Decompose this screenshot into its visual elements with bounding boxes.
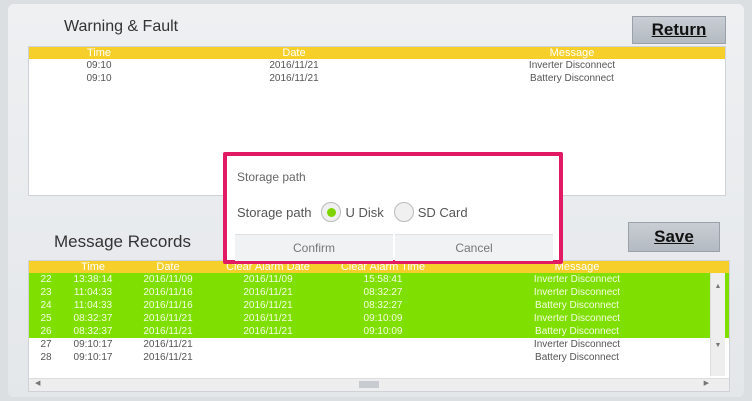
sdcard-radio[interactable] <box>393 202 414 222</box>
cell-no: 22 <box>40 274 52 285</box>
cell-clear-time <box>323 351 443 364</box>
cell-message: Inverter Disconnect <box>533 287 621 298</box>
cell-date: 2016/11/21 <box>143 313 193 324</box>
cell-message: Battery Disconnect <box>530 73 614 84</box>
save-button[interactable]: Save <box>628 222 720 252</box>
cell-time: 08:32:37 <box>73 326 113 337</box>
table-row[interactable]: 22 13:38:14 2016/11/09 2016/11/09 15:58:41 In… <box>29 273 729 286</box>
confirm-button[interactable]: Confirm <box>235 234 393 261</box>
cell-time: 13:38:14 <box>73 274 113 285</box>
table-row[interactable]: 09:10 2016/11/21 Battery Disconnect <box>29 72 725 85</box>
cell-date: 2016/11/09 <box>143 274 193 285</box>
table-row[interactable]: 26 08:32:37 2016/11/21 2016/11/21 09:10:09 Ba… <box>29 325 729 338</box>
cancel-button[interactable]: Cancel <box>395 234 553 261</box>
cell-no: 25 <box>40 313 52 324</box>
cell-no: 23 <box>40 287 52 298</box>
table-row[interactable]: 09:10 2016/11/21 Inverter Disconnect <box>29 59 725 72</box>
cell-message: Inverter Disconnect <box>533 313 621 324</box>
table-row[interactable]: 25 08:32:37 2016/11/21 2016/11/21 09:10:09 In… <box>29 312 729 325</box>
storage-path-label: Storage path <box>237 204 312 220</box>
col-time: Time <box>86 47 112 59</box>
col-date: Date <box>282 47 306 59</box>
cell-no: 28 <box>40 352 52 363</box>
cell-time: 09:10:17 <box>73 352 113 363</box>
cell-clear-date <box>213 338 323 351</box>
cell-clear-date: 2016/11/09 <box>243 274 293 285</box>
cell-message: Inverter Disconnect <box>528 60 616 71</box>
records-title: Message Records <box>54 232 192 251</box>
cell-clear-time: 09:10:09 <box>363 313 403 324</box>
cell-no: 27 <box>40 339 52 350</box>
udisk-radio[interactable] <box>321 202 342 222</box>
scroll-left-icon[interactable]: ◀ <box>35 379 40 387</box>
cell-message: Battery Disconnect <box>535 326 619 337</box>
cell-clear-time: 15:58:41 <box>363 274 403 285</box>
col-time: Time <box>80 261 106 273</box>
cell-message: Battery Disconnect <box>535 300 619 311</box>
dialog-title: Storage path <box>237 170 306 184</box>
col-no <box>29 261 63 273</box>
storage-path-dialog: Storage path Storage path U Disk SD Card… <box>223 152 563 264</box>
cell-clear-time: 08:32:27 <box>363 300 403 311</box>
warning-table-header: Time Date Message <box>29 47 725 59</box>
vertical-scrollbar[interactable]: ▲ ▼ <box>710 273 725 376</box>
records-body: 22 13:38:14 2016/11/09 2016/11/09 15:58:41 In… <box>29 273 729 364</box>
table-row[interactable]: 23 11:04:33 2016/11/16 2016/11/21 08:32:27 In… <box>29 286 729 299</box>
cell-message: Battery Disconnect <box>535 352 619 363</box>
cell-clear-date <box>213 351 323 364</box>
scroll-thumb[interactable] <box>359 381 379 388</box>
cell-message: Inverter Disconnect <box>533 339 621 350</box>
cell-message: Inverter Disconnect <box>533 274 621 285</box>
cell-time: 11:04:33 <box>73 300 113 311</box>
udisk-label[interactable]: U Disk <box>345 205 383 220</box>
col-message: Message <box>549 47 595 59</box>
screen: Warning & Fault Return Time Date Message… <box>8 4 744 397</box>
cell-clear-date: 2016/11/21 <box>243 300 293 311</box>
storage-path-row: Storage path U Disk SD Card <box>237 202 468 222</box>
scroll-right-icon[interactable]: ▶ <box>704 379 709 387</box>
cell-time: 09:10 <box>86 60 112 71</box>
cell-date: 2016/11/21 <box>269 60 319 71</box>
warning-title: Warning & Fault <box>64 18 179 35</box>
scroll-down-icon[interactable]: ▼ <box>711 342 725 349</box>
cell-date: 2016/11/16 <box>143 300 193 311</box>
radio-selected-dot <box>326 207 336 217</box>
cell-time: 11:04:33 <box>73 287 113 298</box>
cell-date: 2016/11/16 <box>143 287 193 298</box>
table-row[interactable]: 28 09:10:17 2016/11/21 Battery Disconnect <box>29 351 729 364</box>
records-table: Time Date Clear Alarm Date Clear Alarm T… <box>28 260 730 392</box>
table-row[interactable]: 24 11:04:33 2016/11/16 2016/11/21 08:32:27 Ba… <box>29 299 729 312</box>
cell-date: 2016/11/21 <box>143 326 193 337</box>
col-date: Date <box>156 261 180 273</box>
cell-date: 2016/11/21 <box>143 339 193 350</box>
cell-clear-date: 2016/11/21 <box>243 287 293 298</box>
cell-clear-time <box>323 338 443 351</box>
return-button[interactable]: Return <box>632 16 726 44</box>
cell-clear-date: 2016/11/21 <box>243 313 293 324</box>
sdcard-label[interactable]: SD Card <box>418 205 468 220</box>
cell-time: 09:10 <box>86 73 112 84</box>
cell-date: 2016/11/21 <box>269 73 319 84</box>
cell-clear-date: 2016/11/21 <box>243 326 293 337</box>
table-row[interactable]: 27 09:10:17 2016/11/21 Inverter Disconnect <box>29 338 729 351</box>
cell-time: 09:10:17 <box>73 339 113 350</box>
cell-clear-time: 09:10:09 <box>363 326 403 337</box>
cell-no: 24 <box>40 300 52 311</box>
cell-date: 2016/11/21 <box>143 352 193 363</box>
cell-clear-time: 08:32:27 <box>363 287 403 298</box>
scroll-up-icon[interactable]: ▲ <box>711 283 725 290</box>
cell-no: 26 <box>40 326 52 337</box>
cell-time: 08:32:37 <box>73 313 113 324</box>
horizontal-scrollbar[interactable]: ◀ ▶ <box>29 378 729 391</box>
